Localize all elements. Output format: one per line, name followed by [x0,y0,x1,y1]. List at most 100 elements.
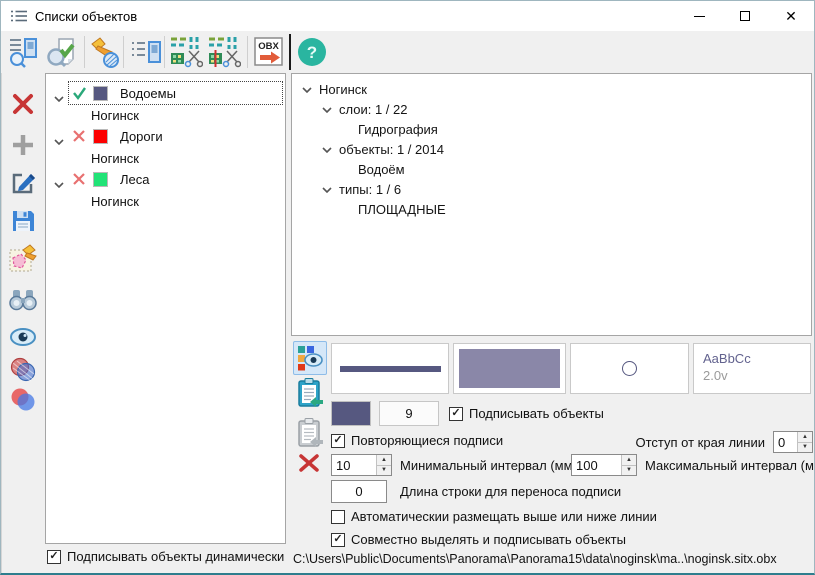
chevron-down-icon[interactable] [322,187,332,193]
max-interval-spinner[interactable]: 100 ▲▼ [571,454,637,476]
edge-offset-label: Отступ от края линии [635,435,765,450]
checkbox[interactable] [331,434,345,448]
spinner-buttons[interactable]: ▲▼ [797,432,812,452]
flashlight-highlight-button[interactable] [88,34,124,70]
hidden-cross-icon[interactable] [72,172,86,189]
dynamic-labels-checkbox-row[interactable]: Подписывать объекты динамически [47,549,284,564]
delete-list-button[interactable] [7,89,39,119]
list-item-map-row[interactable]: Ногинск [46,148,285,169]
checkbox[interactable] [331,510,345,524]
spin-up-icon[interactable]: ▲ [798,432,812,443]
tree-node-types[interactable]: типы: 1 / 6 [322,182,401,197]
line-style-preview[interactable] [331,343,449,394]
checkbox[interactable] [449,407,463,421]
list-item-map-row[interactable]: Ногинск [46,105,285,126]
spin-up-icon[interactable]: ▲ [622,455,636,466]
spinner-value: 10 [332,455,376,475]
spin-down-icon[interactable]: ▼ [798,443,812,453]
intersect-hatched-icon [9,357,37,383]
save-list-button[interactable] [7,206,39,236]
visible-check-icon[interactable] [72,86,86,103]
reset-intervals-button[interactable] [295,451,323,475]
tree-leaf-row[interactable]: Гидрография [358,122,438,137]
intersect-hatched-button[interactable] [7,355,39,385]
chevron-down-icon[interactable] [302,87,312,93]
select-area-button[interactable] [7,243,39,273]
tree-node-label: типы: 1 / 6 [339,182,401,197]
fill-style-preview[interactable] [453,343,566,394]
move-list-cut-icon [207,35,241,69]
list-item-map-row[interactable]: Ногинск [46,191,285,212]
list-item-dorogi[interactable]: Дороги [46,126,285,147]
spin-down-icon[interactable]: ▼ [377,466,391,476]
layers-visibility-icon [297,345,323,371]
hidden-cross-icon[interactable] [72,129,86,146]
point-style-preview[interactable] [570,343,689,394]
list-item-vodoemy[interactable]: Водоемы [46,83,285,104]
tree-leaf-row[interactable]: Водоём [358,162,405,177]
spin-down-icon[interactable]: ▼ [622,466,636,476]
edit-icon [10,170,36,196]
checkbox[interactable] [47,550,61,564]
tree-node-label: слои: 1 / 22 [339,102,407,117]
delete-icon [11,92,35,116]
tree-node-layers[interactable]: слои: 1 / 22 [322,102,407,117]
copy-params-button[interactable] [295,417,325,449]
find-objects-button[interactable] [6,34,42,70]
search-document-button[interactable] [44,34,80,70]
window-title: Списки объектов [35,9,137,24]
svg-text:?: ? [307,43,317,62]
max-interval-label: Максимальный интервал (мм) [645,458,815,473]
minimize-button[interactable] [676,1,722,31]
edge-offset-spinner[interactable]: 0 ▲▼ [773,431,813,453]
intersect-button[interactable] [7,385,39,415]
label-color-swatch[interactable] [331,401,371,426]
map-name-label: Ногинск [91,151,139,166]
add-list-button[interactable] [7,130,39,160]
spin-up-icon[interactable]: ▲ [377,455,391,466]
chevron-down-icon[interactable] [322,107,332,113]
list-item-label[interactable]: Дороги [120,129,163,144]
list-item-lesa[interactable]: Леса [46,169,285,190]
tree-root-row[interactable]: Ногинск [302,82,367,97]
list-color-swatch[interactable] [93,86,108,101]
min-interval-spinner[interactable]: 10 ▲▼ [331,454,392,476]
spinner-buttons[interactable]: ▲▼ [376,455,391,475]
chevron-down-icon[interactable] [54,90,64,105]
auto-place-checkbox-row[interactable]: Автоматическии размещать выше или ниже л… [331,509,657,524]
repeat-labels-checkbox-row[interactable]: Повторяющиеся подписи [331,433,503,448]
close-button[interactable]: ✕ [768,1,814,31]
list-color-swatch[interactable] [93,129,108,144]
chevron-down-icon[interactable] [54,133,64,148]
select-list-button[interactable] [128,34,164,70]
help-button[interactable]: ? [294,34,330,70]
chevron-down-icon[interactable] [322,147,332,153]
visibility-button[interactable] [7,322,39,352]
move-list-cut-button[interactable] [206,34,242,70]
list-color-swatch[interactable] [93,172,108,187]
export-obx-button[interactable]: OBX [251,34,287,70]
paste-params-button[interactable] [295,377,325,409]
visibility-eye-icon [10,328,36,346]
edit-list-button[interactable] [7,168,39,198]
tree-leaf-label: ПЛОЩАДНЫЕ [358,202,446,217]
checkbox-label: Автоматическии размещать выше или ниже л… [351,509,657,524]
list-item-label[interactable]: Леса [120,172,150,187]
list-item-label[interactable]: Водоемы [120,86,176,101]
copy-list-cut-button[interactable] [168,34,204,70]
checkbox[interactable] [331,533,345,547]
sign-objects-checkbox-row[interactable]: Подписывать объекты [449,406,604,421]
layers-visibility-toggle[interactable] [293,341,327,375]
point-sample [622,361,637,376]
wrap-length-field[interactable]: 0 [331,480,387,503]
selection-tree-panel: Ногинск слои: 1 / 22 Гидрография объекты… [291,73,812,336]
chevron-down-icon[interactable] [54,176,64,191]
text-style-preview[interactable]: AaBbCc 2.0v [693,343,811,394]
binoculars-search-button[interactable] [7,285,39,315]
font-size-field[interactable]: 9 [379,401,439,426]
tree-leaf-row[interactable]: ПЛОЩАДНЫЕ [358,202,446,217]
joint-select-checkbox-row[interactable]: Совместно выделять и подписывать объекты [331,532,626,547]
tree-node-objects[interactable]: объекты: 1 / 2014 [322,142,444,157]
maximize-button[interactable] [722,1,768,31]
spinner-buttons[interactable]: ▲▼ [621,455,636,475]
